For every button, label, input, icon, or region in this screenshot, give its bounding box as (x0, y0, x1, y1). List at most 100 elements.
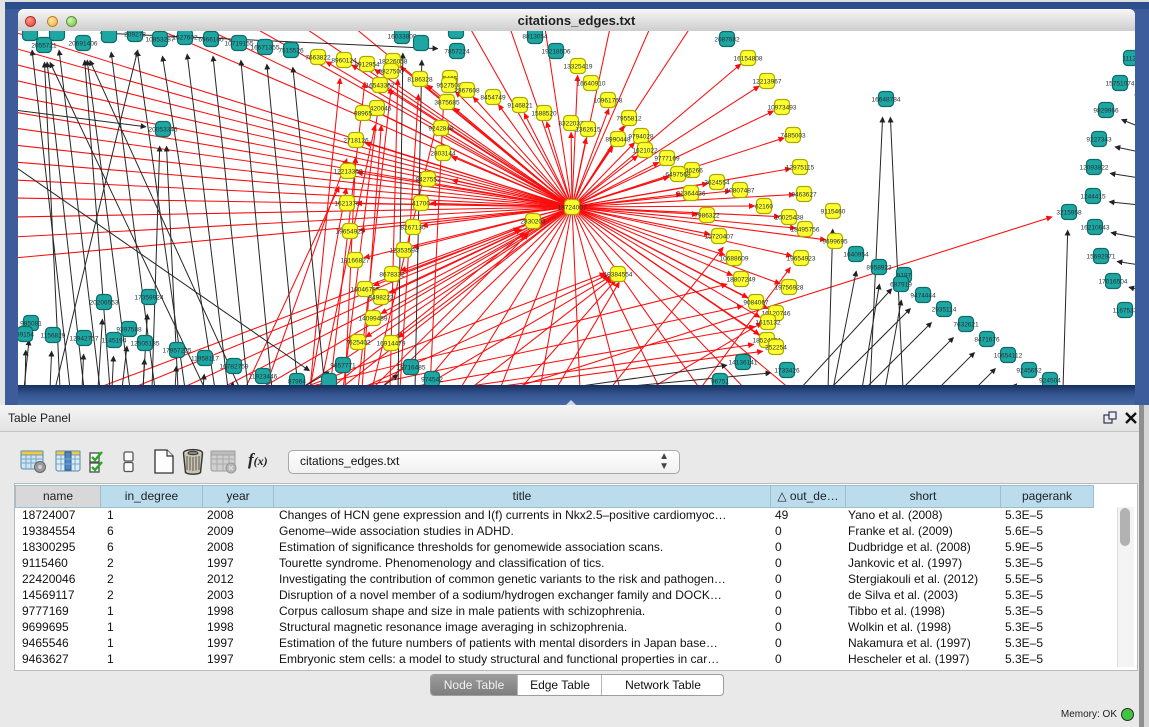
svg-text:14136141: 14136141 (729, 360, 758, 367)
svg-text:16033809: 16033809 (388, 34, 417, 41)
svg-text:14099489: 14099489 (359, 316, 388, 323)
svg-text:12505135: 12505135 (131, 341, 160, 348)
svg-text:687919: 687919 (890, 282, 912, 289)
svg-text:12942757: 12942757 (70, 336, 99, 343)
svg-text:87964: 87964 (288, 379, 306, 386)
svg-text:16782759: 16782759 (220, 364, 249, 371)
svg-text:10961768: 10961768 (594, 98, 623, 105)
svg-text:6497568: 6497568 (665, 172, 691, 179)
svg-text:1527602: 1527602 (172, 35, 198, 42)
svg-text:1145194: 1145194 (102, 338, 127, 345)
svg-text:17957225: 17957225 (163, 348, 192, 355)
svg-text:19654923: 19654923 (787, 256, 816, 263)
svg-text:9245652: 9245652 (1016, 368, 1042, 375)
svg-text:8912954: 8912954 (354, 62, 380, 69)
svg-text:8427552: 8427552 (415, 177, 441, 184)
svg-text:8960124: 8960124 (331, 58, 357, 65)
svg-text:3215958: 3215958 (1056, 210, 1082, 217)
svg-text:20691406: 20691406 (69, 41, 98, 48)
svg-text:7986322: 7986322 (694, 213, 720, 220)
svg-text:1167533: 1167533 (1113, 308, 1135, 315)
svg-text:7663822: 7663822 (305, 55, 331, 62)
svg-text:39154: 39154 (18, 332, 34, 339)
svg-text:19654923: 19654923 (336, 229, 365, 236)
svg-text:20206553: 20206553 (90, 300, 119, 307)
svg-text:10807487: 10807487 (726, 188, 755, 195)
svg-text:8958923: 8958923 (866, 265, 892, 272)
svg-text:1244415: 1244415 (1080, 194, 1106, 201)
svg-text:1615132: 1615132 (755, 320, 781, 327)
svg-text:209278: 209278 (124, 32, 146, 39)
svg-text:18724007: 18724007 (558, 205, 587, 212)
svg-text:252254: 252254 (765, 345, 787, 352)
svg-text:9227343: 9227343 (1086, 137, 1112, 144)
svg-text:1588520: 1588520 (531, 111, 557, 118)
svg-text:16543362: 16543362 (366, 83, 395, 90)
svg-text:7857224: 7857224 (444, 49, 470, 56)
svg-text:2055721: 2055721 (31, 43, 57, 50)
svg-text:9084067: 9084067 (743, 300, 769, 307)
svg-text:8471676: 8471676 (974, 337, 1000, 344)
svg-text:7632621: 7632621 (953, 322, 979, 329)
svg-text:3875685: 3875685 (434, 100, 460, 107)
svg-text:62160: 62160 (755, 204, 773, 211)
svg-text:9829966: 9829966 (1093, 108, 1119, 115)
svg-text:1640954: 1640954 (843, 252, 869, 259)
svg-text:2803144: 2803144 (430, 151, 456, 158)
svg-text:15751074: 15751074 (1106, 81, 1135, 88)
svg-text:974542: 974542 (421, 377, 443, 384)
svg-text:9474444: 9474444 (910, 293, 936, 300)
svg-text:15692971: 15692971 (1087, 254, 1116, 261)
svg-text:11958117: 11958117 (191, 356, 219, 363)
svg-text:12975115: 12975115 (786, 165, 815, 172)
svg-text:12093822: 12093822 (1080, 165, 1109, 172)
svg-text:10025438: 10025438 (775, 215, 804, 222)
svg-text:1621375: 1621375 (334, 201, 360, 208)
svg-text:2718126: 2718126 (343, 138, 369, 145)
svg-text:9397588: 9397588 (116, 327, 142, 334)
svg-text:20053346: 20053346 (149, 127, 178, 134)
svg-text:1621022: 1621022 (632, 148, 658, 155)
svg-text:9463627: 9463627 (791, 192, 817, 199)
svg-text:19384554: 19384554 (604, 272, 633, 279)
svg-text:7515526: 7515526 (278, 48, 304, 55)
svg-text:19166827: 19166827 (341, 258, 370, 265)
svg-text:21364436: 21364436 (677, 191, 706, 198)
svg-text:10973493: 10973493 (768, 105, 797, 112)
svg-text:18495756: 18495756 (791, 227, 820, 234)
svg-text:11923446: 11923446 (249, 374, 278, 381)
svg-text:16671355: 16671355 (251, 45, 280, 52)
svg-text:10719155: 10719155 (225, 41, 254, 48)
svg-text:9699695: 9699695 (822, 239, 848, 246)
svg-text:10853287: 10853287 (146, 37, 175, 44)
svg-text:7625402: 7625402 (345, 340, 371, 347)
svg-text:16154808: 16154808 (734, 56, 763, 63)
svg-text:16210643: 16210643 (1081, 225, 1110, 232)
svg-text:8813054: 8813054 (522, 34, 548, 41)
svg-text:19716485: 19716485 (397, 365, 426, 372)
svg-text:10688609: 10688609 (720, 256, 749, 263)
svg-text:9146821: 9146821 (507, 103, 533, 110)
svg-text:9242848: 9242848 (428, 126, 454, 133)
svg-text:8186328: 8186328 (407, 77, 433, 84)
svg-text:16648784: 16648784 (872, 97, 901, 104)
svg-text:13325419: 13325419 (564, 64, 593, 71)
svg-text:8990448: 8990448 (605, 137, 631, 144)
svg-text:1156829: 1156829 (41, 333, 66, 340)
svg-text:9827500: 9827500 (378, 69, 404, 76)
svg-text:2867608: 2867608 (454, 88, 480, 95)
svg-text:1362615: 1362615 (575, 127, 601, 134)
svg-text:7485003: 7485003 (780, 133, 806, 140)
svg-text:7955812: 7955812 (616, 116, 642, 123)
svg-text:12213369: 12213369 (334, 169, 363, 176)
svg-text:8498222: 8498222 (368, 295, 394, 302)
svg-text:11127: 11127 (1122, 56, 1135, 63)
svg-text:41700: 41700 (412, 201, 430, 208)
svg-text:10654112: 10654112 (994, 353, 1023, 360)
svg-text:98965: 98965 (354, 111, 372, 118)
svg-text:19218506: 19218506 (542, 49, 571, 56)
svg-text:2935114: 2935114 (932, 307, 957, 314)
svg-text:3624554: 3624554 (704, 180, 730, 187)
svg-text:9794028: 9794028 (628, 134, 654, 141)
svg-text:6966160: 6966160 (198, 37, 224, 44)
